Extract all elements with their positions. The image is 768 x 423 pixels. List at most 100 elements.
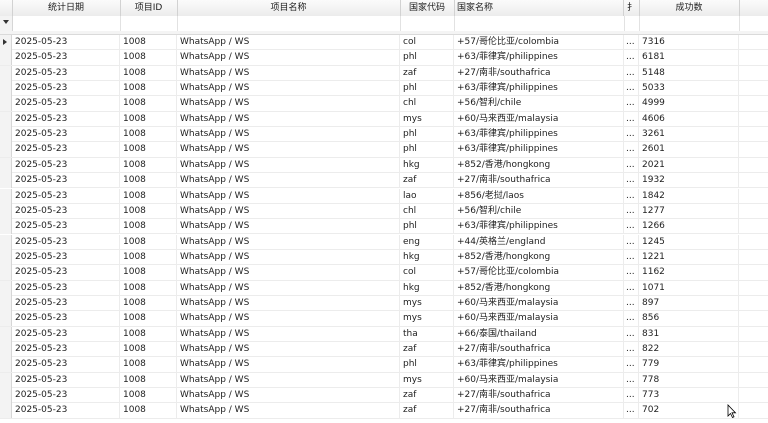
- cell-date[interactable]: 2025-05-23: [12, 81, 120, 97]
- table-row[interactable]: 2025-05-23 1008 WhatsApp / WS hkg +852/香港/ho…: [0, 157, 768, 174]
- cell-success-count[interactable]: 6181: [639, 50, 739, 66]
- data-grid[interactable]: 统计日期 项目ID 项目名称 国家代码 国家名称 扌 成功数 2025-05-2…: [0, 0, 768, 423]
- cell-success-count[interactable]: 856: [639, 311, 739, 327]
- row-indicator[interactable]: [0, 249, 12, 265]
- cell-country-name[interactable]: +63/菲律宾/philippines: [454, 50, 624, 66]
- cell-country-code[interactable]: mys: [400, 311, 454, 327]
- cell-project-name[interactable]: WhatsApp / WS: [177, 357, 400, 373]
- header-country-code[interactable]: 国家代码: [400, 0, 455, 16]
- cell-country-code[interactable]: phl: [400, 81, 454, 97]
- cell-country-name[interactable]: +27/南非/southafrica: [454, 65, 624, 81]
- table-row[interactable]: 2025-05-23 1008 WhatsApp / WS zaf +27/南非/sou…: [0, 388, 768, 404]
- cell-project-name[interactable]: WhatsApp / WS: [177, 127, 400, 143]
- cell-project-name[interactable]: WhatsApp / WS: [177, 403, 400, 419]
- filter-date[interactable]: [12, 16, 121, 31]
- cell-project-name[interactable]: WhatsApp / WS: [177, 173, 400, 189]
- cell-project-id[interactable]: 1008: [120, 142, 177, 158]
- table-row[interactable]: 2025-05-23 1008 WhatsApp / WS zaf +27/南非/sou…: [0, 173, 768, 189]
- filter-project-name[interactable]: [177, 16, 401, 31]
- cell-country-code[interactable]: zaf: [400, 173, 454, 189]
- cell-country-name[interactable]: +852/香港/hongkong: [454, 280, 624, 296]
- cell-country-name[interactable]: +852/香港/hongkong: [454, 249, 624, 265]
- row-indicator[interactable]: [0, 372, 12, 388]
- cell-success-count[interactable]: 4999: [639, 96, 739, 112]
- row-indicator[interactable]: [0, 157, 12, 173]
- cell-extra[interactable]: ...: [624, 403, 639, 419]
- table-row[interactable]: 2025-05-23 1008 WhatsApp / WS phl +63/菲律宾/ph…: [0, 142, 768, 158]
- row-indicator[interactable]: [0, 342, 12, 357]
- cell-country-name[interactable]: +56/智利/chile: [454, 96, 624, 112]
- cell-project-id[interactable]: 1008: [120, 35, 177, 50]
- row-indicator[interactable]: [0, 50, 12, 66]
- cell-project-id[interactable]: 1008: [120, 403, 177, 419]
- cell-extra[interactable]: ...: [624, 111, 639, 127]
- cell-project-name[interactable]: WhatsApp / WS: [177, 188, 400, 204]
- cell-country-code[interactable]: phl: [400, 357, 454, 373]
- cell-project-id[interactable]: 1008: [120, 111, 177, 127]
- cell-success-count[interactable]: 702: [639, 403, 739, 419]
- filter-country-name[interactable]: [454, 16, 625, 31]
- row-indicator[interactable]: [0, 219, 12, 235]
- cell-country-name[interactable]: +63/菲律宾/philippines: [454, 357, 624, 373]
- cell-country-name[interactable]: +852/香港/hongkong: [454, 157, 624, 173]
- cell-project-id[interactable]: 1008: [120, 203, 177, 219]
- header-project-id[interactable]: 项目ID: [120, 0, 178, 16]
- cell-extra[interactable]: ...: [624, 311, 639, 327]
- cell-project-id[interactable]: 1008: [120, 188, 177, 204]
- cell-project-id[interactable]: 1008: [120, 295, 177, 311]
- cell-country-code[interactable]: mys: [400, 295, 454, 311]
- cell-country-code[interactable]: mys: [400, 111, 454, 127]
- cell-extra[interactable]: ...: [624, 81, 639, 97]
- table-row[interactable]: 2025-05-23 1008 WhatsApp / WS mys +60/马来西亚/m…: [0, 295, 768, 312]
- cell-project-name[interactable]: WhatsApp / WS: [177, 326, 400, 342]
- cell-country-code[interactable]: lao: [400, 188, 454, 204]
- table-row[interactable]: 2025-05-23 1008 WhatsApp / WS eng +44/英格兰/en…: [0, 234, 768, 250]
- table-row[interactable]: 2025-05-23 1008 WhatsApp / WS phl +63/菲律宾/ph…: [0, 127, 768, 143]
- cell-country-name[interactable]: +57/哥伦比亚/colombia: [454, 35, 624, 50]
- cell-project-name[interactable]: WhatsApp / WS: [177, 157, 400, 173]
- cell-success-count[interactable]: 5033: [639, 81, 739, 97]
- cell-country-code[interactable]: hkg: [400, 157, 454, 173]
- cell-date[interactable]: 2025-05-23: [12, 326, 120, 342]
- cell-extra[interactable]: ...: [624, 96, 639, 112]
- table-row[interactable]: 2025-05-23 1008 WhatsApp / WS mys +60/马来西亚/m…: [0, 111, 768, 128]
- cell-project-name[interactable]: WhatsApp / WS: [177, 234, 400, 250]
- row-indicator[interactable]: [0, 326, 12, 342]
- cell-date[interactable]: 2025-05-23: [12, 50, 120, 66]
- cell-project-name[interactable]: WhatsApp / WS: [177, 280, 400, 296]
- cell-extra[interactable]: ...: [624, 280, 639, 296]
- row-indicator[interactable]: [0, 127, 12, 143]
- cell-project-name[interactable]: WhatsApp / WS: [177, 203, 400, 219]
- cell-project-id[interactable]: 1008: [120, 280, 177, 296]
- row-indicator[interactable]: [0, 280, 12, 296]
- cell-success-count[interactable]: 1162: [639, 265, 739, 281]
- cell-extra[interactable]: ...: [624, 357, 639, 373]
- cell-country-code[interactable]: phl: [400, 142, 454, 158]
- cell-extra[interactable]: ...: [624, 35, 639, 50]
- cell-country-name[interactable]: +63/菲律宾/philippines: [454, 219, 624, 235]
- filter-project-id[interactable]: [120, 16, 178, 31]
- cell-extra[interactable]: ...: [624, 142, 639, 158]
- cell-project-id[interactable]: 1008: [120, 96, 177, 112]
- cell-extra[interactable]: ...: [624, 342, 639, 357]
- cell-success-count[interactable]: 4606: [639, 111, 739, 127]
- cell-project-id[interactable]: 1008: [120, 357, 177, 373]
- cell-date[interactable]: 2025-05-23: [12, 127, 120, 143]
- row-indicator[interactable]: [0, 234, 12, 250]
- cell-country-name[interactable]: +27/南非/southafrica: [454, 403, 624, 419]
- cell-date[interactable]: 2025-05-23: [12, 173, 120, 189]
- cell-success-count[interactable]: 1932: [639, 173, 739, 189]
- cell-project-id[interactable]: 1008: [120, 342, 177, 357]
- cell-success-count[interactable]: 1842: [639, 188, 739, 204]
- filter-extra[interactable]: [624, 16, 640, 31]
- cell-extra[interactable]: ...: [624, 127, 639, 143]
- cell-country-name[interactable]: +56/智利/chile: [454, 203, 624, 219]
- cell-project-name[interactable]: WhatsApp / WS: [177, 65, 400, 81]
- cell-project-name[interactable]: WhatsApp / WS: [177, 372, 400, 388]
- cell-country-name[interactable]: +60/马来西亚/malaysia: [454, 372, 624, 388]
- table-row[interactable]: 2025-05-23 1008 WhatsApp / WS mys +60/马来西亚/m…: [0, 372, 768, 388]
- table-row[interactable]: 2025-05-23 1008 WhatsApp / WS zaf +27/南非/sou…: [0, 65, 768, 81]
- cell-project-id[interactable]: 1008: [120, 234, 177, 250]
- cell-country-name[interactable]: +63/菲律宾/philippines: [454, 142, 624, 158]
- cell-project-id[interactable]: 1008: [120, 50, 177, 66]
